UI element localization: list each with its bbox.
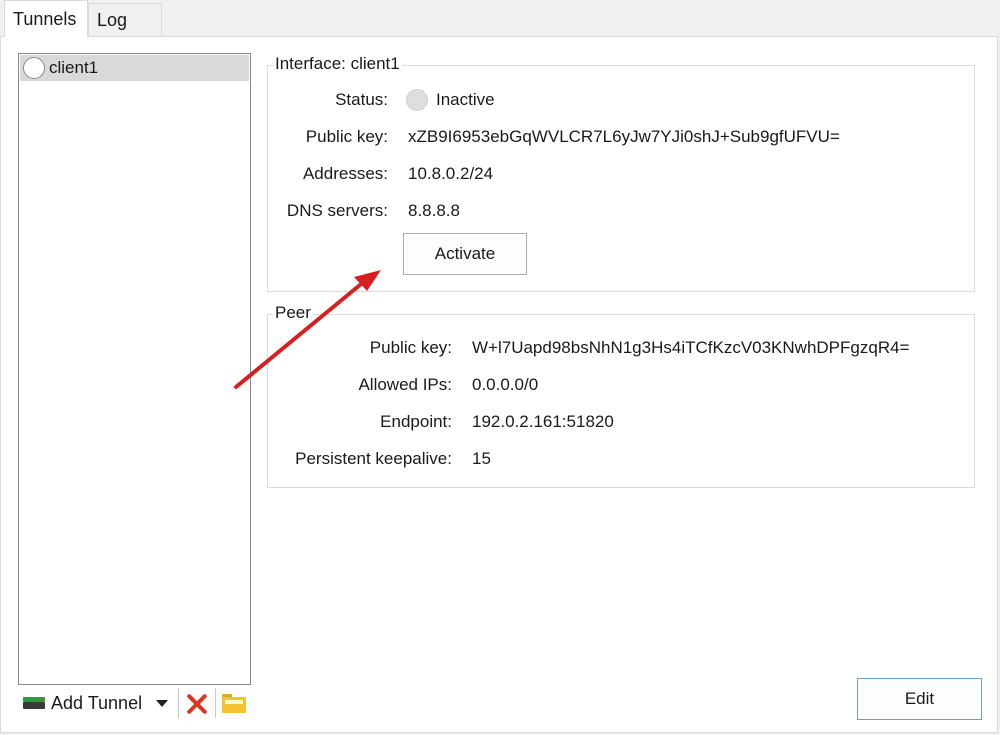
peer-public-key-label: Public key: — [369, 338, 452, 357]
public-key-label: Public key: — [305, 127, 388, 146]
endpoint-label: Endpoint: — [380, 412, 452, 431]
peer-endpoint-row: Endpoint: 192.0.2.161:51820 — [268, 409, 614, 435]
add-tunnel-label: Add Tunnel — [51, 692, 143, 713]
addresses-value: 10.8.0.2/24 — [408, 164, 494, 183]
add-tunnel-icon — [23, 697, 45, 709]
endpoint-value: 192.0.2.161:51820 — [472, 412, 614, 431]
add-tunnel-dropdown-caret-icon[interactable] — [156, 699, 169, 707]
status-label: Status: — [335, 90, 388, 109]
persistent-keepalive-value: 15 — [472, 449, 491, 468]
toolbar-separator — [178, 688, 180, 718]
tunnel-list[interactable]: client1 — [18, 53, 251, 685]
peer-public-key-value: W+l7Uapd98bsNhN1g3Hs4iTCfKzcV03KNwhDPFgz… — [472, 338, 910, 357]
peer-public-key-row: Public key: W+l7Uapd98bsNhN1g3Hs4iTCfKzc… — [268, 335, 910, 361]
interface-addresses-row: Addresses: 10.8.0.2/24 — [268, 161, 493, 187]
addresses-label: Addresses: — [302, 164, 388, 183]
tunnels-panel: client1 Add Tunnel Interface: client1 St… — [0, 36, 998, 733]
tunnel-list-item-client1[interactable]: client1 — [20, 55, 249, 81]
peer-group: Peer Public key: W+l7Uapd98bsNhN1g3Hs4iT… — [267, 303, 975, 488]
toolbar-separator — [215, 688, 217, 718]
inactive-status-icon — [23, 57, 45, 79]
edit-button[interactable]: Edit — [857, 678, 982, 720]
dns-servers-label: DNS servers: — [286, 201, 388, 220]
activate-button[interactable]: Activate — [403, 233, 527, 275]
peer-allowed-ips-row: Allowed IPs: 0.0.0.0/0 — [268, 372, 538, 398]
allowed-ips-label: Allowed IPs: — [358, 375, 452, 394]
interface-title: Interface: client1 — [273, 54, 402, 74]
add-tunnel-button[interactable]: Add Tunnel — [23, 689, 142, 717]
tunnel-list-toolbar: Add Tunnel — [23, 688, 247, 718]
inactive-status-icon — [406, 89, 428, 111]
interface-status-row: Status: Inactive — [268, 87, 495, 113]
persistent-keepalive-label: Persistent keepalive: — [295, 449, 452, 468]
folder-icon[interactable] — [222, 693, 247, 713]
tab-bar: Tunnels Log — [0, 0, 1000, 37]
tunnel-name: client1 — [49, 58, 99, 77]
allowed-ips-value: 0.0.0.0/0 — [472, 375, 539, 394]
interface-dns-row: DNS servers: 8.8.8.8 — [268, 198, 460, 224]
tab-tunnels[interactable]: Tunnels — [4, 0, 88, 37]
status-value: Inactive — [436, 90, 495, 109]
tab-log[interactable]: Log — [88, 3, 162, 36]
delete-icon[interactable] — [185, 691, 209, 715]
peer-title: Peer — [273, 303, 313, 323]
peer-keepalive-row: Persistent keepalive: 15 — [268, 446, 491, 472]
dns-servers-value: 8.8.8.8 — [408, 201, 460, 220]
interface-group: Interface: client1 Status: Inactive Publ… — [267, 54, 975, 292]
public-key-value: xZB9I6953ebGqWVLCR7L6yJw7YJi0shJ+Sub9gfU… — [408, 127, 840, 146]
interface-public-key-row: Public key: xZB9I6953ebGqWVLCR7L6yJw7YJi… — [268, 124, 840, 150]
